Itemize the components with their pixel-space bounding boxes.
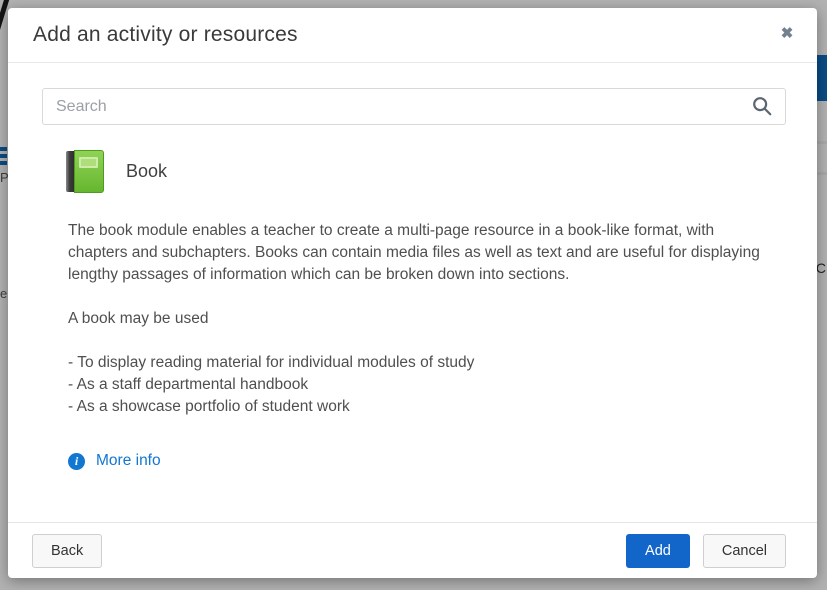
back-button[interactable]: Back [32, 534, 102, 568]
description-paragraph: The book module enables a teacher to cre… [68, 220, 776, 286]
book-icon [66, 150, 104, 193]
modal-header: Add an activity or resources ✖ [8, 8, 817, 63]
close-icon[interactable]: ✖ [773, 20, 801, 48]
modal-title: Add an activity or resources [33, 23, 298, 47]
usage-item: - As a staff departmental handbook [68, 374, 776, 396]
more-info-link[interactable]: i More info [68, 452, 161, 470]
more-info-label: More info [96, 452, 161, 470]
info-icon: i [68, 453, 85, 470]
module-description: The book module enables a teacher to cre… [68, 220, 776, 418]
modal-body: Book The book module enables a teacher t… [8, 63, 817, 522]
usage-list: - To display reading material for indivi… [68, 352, 776, 418]
add-button[interactable]: Add [626, 534, 690, 568]
modal-footer: Back Add Cancel [8, 522, 817, 578]
search-bar [42, 88, 786, 125]
module-header: Book [66, 150, 786, 193]
usage-item: - As a showcase portfolio of student wor… [68, 396, 776, 418]
cancel-button[interactable]: Cancel [703, 534, 786, 568]
usage-intro: A book may be used [68, 308, 776, 330]
module-name: Book [126, 161, 167, 182]
usage-item: - To display reading material for indivi… [68, 352, 776, 374]
search-input[interactable] [42, 88, 786, 125]
add-activity-modal: Add an activity or resources ✖ Book The … [8, 8, 817, 578]
